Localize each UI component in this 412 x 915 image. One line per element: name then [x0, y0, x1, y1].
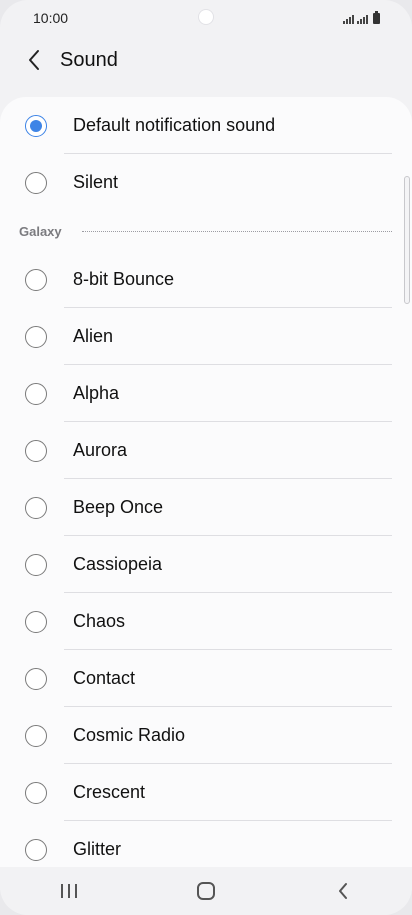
sound-option-label: Chaos	[73, 611, 126, 631]
status-icons	[343, 10, 380, 24]
page-title: Sound	[60, 48, 118, 71]
sound-list: Default notification sound Silent Galaxy …	[0, 97, 412, 867]
nav-back-button[interactable]	[313, 871, 373, 911]
app-bar: Sound	[0, 38, 412, 82]
radio-button[interactable]	[25, 382, 47, 405]
sound-option-label: Crescent	[73, 782, 146, 802]
section-divider	[82, 231, 392, 232]
radio-button[interactable]	[25, 496, 47, 519]
sound-option-label: 8-bit Bounce	[73, 269, 175, 289]
sound-option-label: Alpha	[73, 383, 120, 403]
sound-option-label: Alien	[73, 326, 114, 346]
sound-option-label: Beep Once	[73, 497, 164, 517]
recent-apps-icon	[60, 884, 77, 898]
back-button[interactable]	[14, 40, 54, 80]
section-label: Galaxy	[19, 223, 62, 239]
recent-apps-button[interactable]	[39, 871, 99, 911]
radio-button-checked[interactable]	[25, 114, 47, 137]
chevron-left-icon	[29, 50, 39, 70]
top-options: Default notification sound Silent	[0, 97, 412, 211]
sound-option-label: Aurora	[73, 440, 128, 460]
radio-button[interactable]	[25, 610, 47, 633]
radio-button[interactable]	[25, 553, 47, 576]
phone-screen: 10:00 Sound Default notification sound Si…	[0, 0, 412, 915]
radio-button[interactable]	[25, 724, 47, 747]
radio-button[interactable]	[25, 439, 47, 462]
sound-option[interactable]: Alpha	[0, 365, 412, 422]
sound-option[interactable]: Silent	[0, 154, 412, 211]
sound-option[interactable]: Alien	[0, 308, 412, 365]
navigation-bar	[0, 867, 412, 915]
galaxy-options: 8-bit Bounce Alien Alpha Aurora Beep Once Cas…	[0, 251, 412, 867]
sound-option-label: Cassiopeia	[73, 554, 163, 574]
home-button[interactable]	[176, 871, 236, 911]
home-icon	[196, 882, 215, 900]
radio-button[interactable]	[25, 667, 47, 690]
sound-option[interactable]: Beep Once	[0, 479, 412, 536]
sound-option[interactable]: 8-bit Bounce	[0, 251, 412, 308]
section-header-galaxy: Galaxy	[0, 211, 412, 251]
sound-option[interactable]: Chaos	[0, 593, 412, 650]
radio-button[interactable]	[25, 325, 47, 348]
sound-option[interactable]: Contact	[0, 650, 412, 707]
sound-option-label: Glitter	[73, 839, 122, 859]
sound-option[interactable]: Glitter	[0, 821, 412, 867]
scrollbar[interactable]	[404, 176, 410, 304]
status-time: 10:00	[33, 10, 69, 26]
radio-button[interactable]	[25, 781, 47, 804]
battery-icon	[373, 10, 380, 24]
sound-option[interactable]: Aurora	[0, 422, 412, 479]
chevron-left-icon	[339, 883, 348, 899]
signal-icon	[343, 14, 354, 24]
radio-button[interactable]	[25, 171, 47, 194]
sound-option[interactable]: Crescent	[0, 764, 412, 821]
sound-option[interactable]: Cassiopeia	[0, 536, 412, 593]
sound-option-label: Default notification sound	[73, 115, 276, 135]
radio-button[interactable]	[25, 838, 47, 861]
radio-button[interactable]	[25, 268, 47, 291]
sound-option[interactable]: Cosmic Radio	[0, 707, 412, 764]
signal-icon-2	[357, 14, 368, 24]
camera-cutout	[199, 10, 213, 24]
sound-option-label: Contact	[73, 668, 136, 688]
sound-option-label: Cosmic Radio	[73, 725, 186, 745]
sound-option[interactable]: Default notification sound	[0, 97, 412, 154]
sound-option-label: Silent	[73, 172, 119, 192]
